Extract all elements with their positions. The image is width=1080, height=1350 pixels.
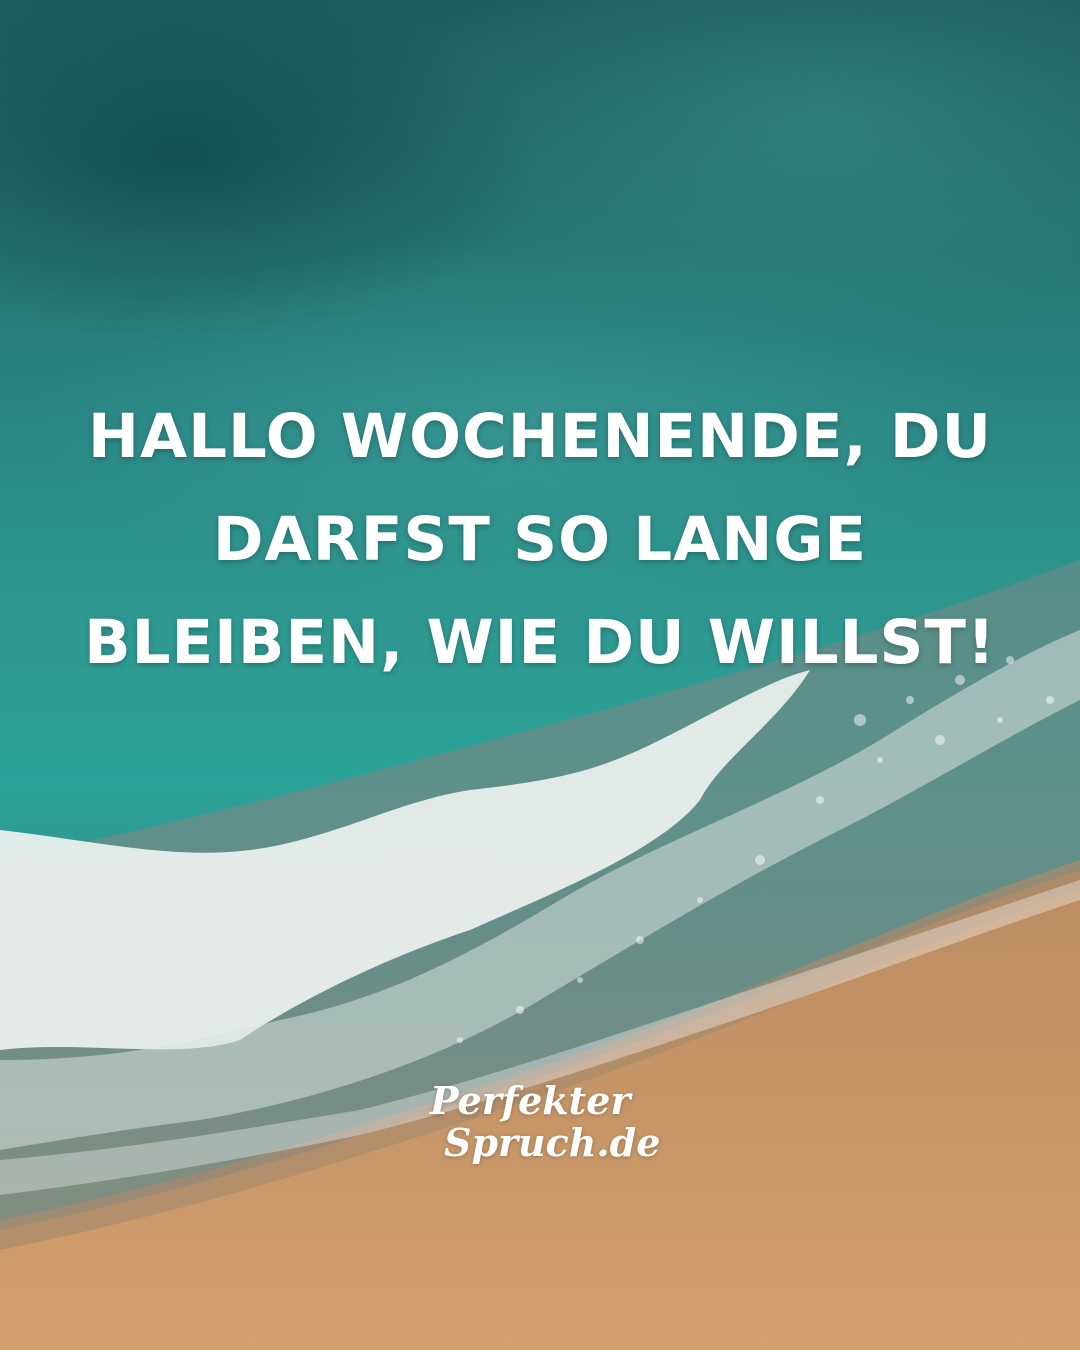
quote-line-1: HALLO WOCHENENDE, DU [87,401,993,472]
brand-logo: Perfekter Spruch.de [430,1080,660,1164]
quote-text: HALLO WOCHENENDE, DU DARFST SO LANGE BLE… [40,385,1040,694]
brand-logo-line-2: Spruch.de [444,1120,661,1165]
quote-line-2: DARFST SO LANGE [212,504,868,575]
brand-logo-line-1: Perfekter [430,1078,631,1123]
quote-line-3: BLEIBEN, WIE DU WILLST! [84,607,996,678]
quote-image: HALLO WOCHENENDE, DU DARFST SO LANGE BLE… [0,0,1080,1350]
